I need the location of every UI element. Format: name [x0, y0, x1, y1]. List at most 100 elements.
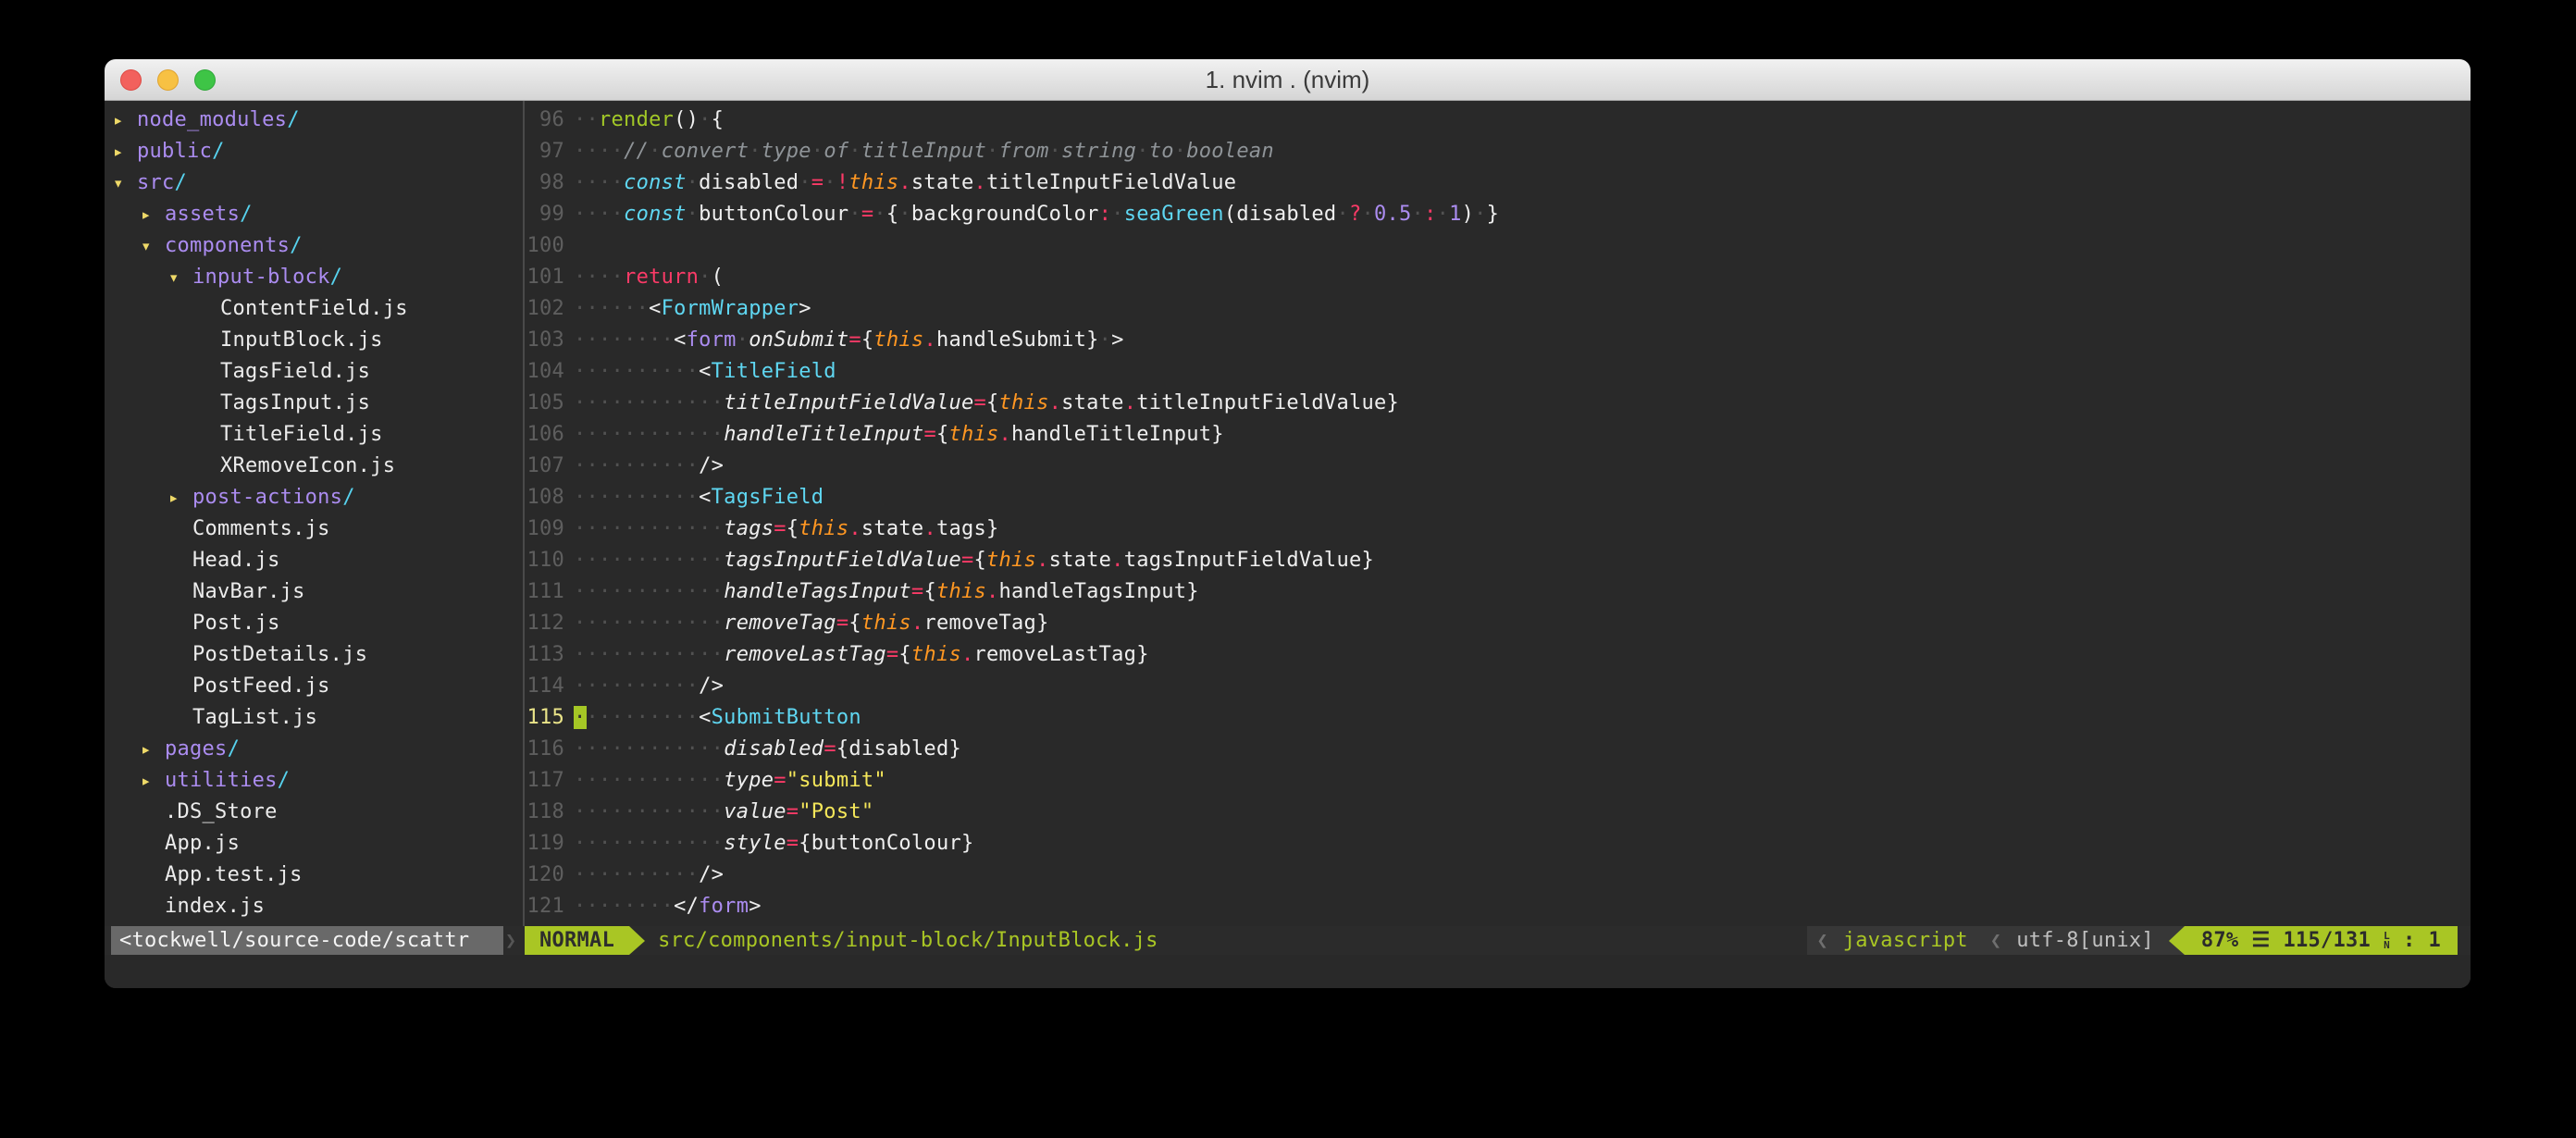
code-line[interactable]: 115··········<SubmitButton [525, 702, 2471, 734]
line-number: 111 [525, 576, 574, 608]
tree-item[interactable]: .DS_Store [105, 797, 521, 828]
tree-item[interactable]: App.test.js [105, 860, 521, 891]
code-line[interactable]: 117············type="submit" [525, 765, 2471, 797]
tree-item[interactable]: PostDetails.js [105, 639, 521, 671]
tree-item[interactable]: index.js [105, 891, 521, 922]
tree-item[interactable]: TagList.js [105, 702, 521, 734]
code-line[interactable]: 102······<FormWrapper> [525, 293, 2471, 325]
folder-name: utilities [165, 769, 278, 792]
tree-item[interactable]: ▸pages/ [105, 734, 521, 765]
code-line[interactable]: 120··········/> [525, 860, 2471, 891]
code-line[interactable]: 113············removeLastTag={this.remov… [525, 639, 2471, 671]
code-line[interactable]: 101····return·( [525, 262, 2471, 293]
line-text: ····return·( [574, 266, 724, 289]
tree-item[interactable]: ▾input-block/ [105, 262, 521, 293]
folder-slash: / [175, 171, 188, 194]
editor-buffer: 96··render()·{97····//·convert·type·of·t… [525, 105, 2471, 922]
chevron-left-icon: ❮ [1981, 926, 2011, 955]
file-name: App.js [165, 832, 240, 855]
line-position: 115/131 [2283, 926, 2371, 955]
code-line[interactable]: 119············style={buttonColour} [525, 828, 2471, 860]
code-line[interactable]: 110············tagsInputFieldValue={this… [525, 545, 2471, 576]
file-name: App.test.js [165, 863, 303, 886]
line-text: ············removeTag={this.removeTag} [574, 612, 1049, 635]
code-line[interactable]: 103········<form·onSubmit={this.handleSu… [525, 325, 2471, 356]
column-separator: : [2403, 926, 2416, 955]
line-number: 118 [525, 797, 574, 828]
line-number: 100 [525, 230, 574, 262]
minimize-button[interactable] [157, 69, 179, 91]
folder-name: components [165, 234, 290, 257]
code-line[interactable]: 109············tags={this.state.tags} [525, 513, 2471, 545]
line-text: ····const·buttonColour·=·{·backgroundCol… [574, 203, 1499, 226]
line-number: 110 [525, 545, 574, 576]
code-line[interactable]: 106············handleTitleInput={this.ha… [525, 419, 2471, 451]
code-line[interactable]: 99····const·buttonColour·=·{·backgroundC… [525, 199, 2471, 230]
code-line[interactable]: 114··········/> [525, 671, 2471, 702]
folder-open-arrow-icon: ▾ [168, 262, 192, 293]
line-number: 97 [525, 136, 574, 167]
line-text: ··render()·{ [574, 108, 724, 131]
tree-item[interactable]: ▸assets/ [105, 199, 521, 230]
window-titlebar[interactable]: 1. nvim . (nvim) [105, 59, 2471, 101]
tree-item[interactable]: PostFeed.js [105, 671, 521, 702]
code-line[interactable]: 98····const·disabled·=·!this.state.title… [525, 167, 2471, 199]
code-line[interactable]: 111············handleTagsInput={this.han… [525, 576, 2471, 608]
tree-item[interactable]: TitleField.js [105, 419, 521, 451]
code-line[interactable]: 107··········/> [525, 451, 2471, 482]
tree-item[interactable]: NavBar.js [105, 576, 521, 608]
tree-item[interactable]: Comments.js [105, 513, 521, 545]
tree-item[interactable]: ▾src/ [105, 167, 521, 199]
zoom-button[interactable] [194, 69, 216, 91]
folder-name: pages [165, 737, 228, 761]
tree-item[interactable]: ▸public/ [105, 136, 521, 167]
tree-item[interactable]: Head.js [105, 545, 521, 576]
line-text: ············type="submit" [574, 769, 886, 792]
code-line[interactable]: 100 [525, 230, 2471, 262]
tree-item[interactable]: InputBlock.js [105, 325, 521, 356]
code-line[interactable]: 104··········<TitleField [525, 356, 2471, 388]
tree-item[interactable]: Post.js [105, 608, 521, 639]
folder-closed-arrow-icon: ▸ [168, 482, 192, 513]
tree-item[interactable]: TagsInput.js [105, 388, 521, 419]
line-text: ··········<SubmitButton [574, 706, 861, 729]
code-line[interactable]: 96··render()·{ [525, 105, 2471, 136]
tree-item[interactable]: ContentField.js [105, 293, 521, 325]
tree-item[interactable]: ▾components/ [105, 230, 521, 262]
code-line[interactable]: 121········</form> [525, 891, 2471, 922]
code-line[interactable]: 105············titleInputFieldValue={thi… [525, 388, 2471, 419]
tree-item[interactable]: App.js [105, 828, 521, 860]
command-line[interactable] [105, 955, 2471, 988]
airline-statusbar: NORMAL src/components/input-block/InputB… [525, 926, 2458, 955]
tree-item[interactable]: XRemoveIcon.js [105, 451, 521, 482]
tree-item[interactable]: ▸post-actions/ [105, 482, 521, 513]
code-line[interactable]: 116············disabled={disabled} [525, 734, 2471, 765]
line-number: 101 [525, 262, 574, 293]
line-text: ··········/> [574, 863, 724, 886]
tree-item[interactable]: ▸utilities/ [105, 765, 521, 797]
tree-item[interactable]: ▸node_modules/ [105, 105, 521, 136]
code-line[interactable]: 118············value="Post" [525, 797, 2471, 828]
file-tree: ▸node_modules/▸public/▾src/▸assets/▾comp… [105, 105, 521, 922]
line-text: ····//·convert·type·of·titleInput·from·s… [574, 140, 1274, 163]
code-line[interactable]: 112············removeTag={this.removeTag… [525, 608, 2471, 639]
line-text: ··········<TitleField [574, 360, 836, 383]
file-name: Comments.js [192, 517, 330, 540]
folder-closed-arrow-icon: ▸ [113, 105, 137, 136]
file-name: PostDetails.js [192, 643, 367, 666]
code-line[interactable]: 108··········<TagsField [525, 482, 2471, 513]
line-number-icon: LN [2384, 932, 2390, 950]
folder-name: public [137, 140, 212, 163]
code-line[interactable]: 97····//·convert·type·of·titleInput·from… [525, 136, 2471, 167]
close-button[interactable] [120, 69, 142, 91]
tree-item[interactable]: TagsField.js [105, 356, 521, 388]
chevron-right-icon: ❯ [505, 926, 516, 955]
file-name: XRemoveIcon.js [220, 454, 395, 477]
folder-name: src [137, 171, 175, 194]
tree-statusline: <tockwell/source-code/scattr [111, 926, 503, 955]
line-number: 108 [525, 482, 574, 513]
column-number: 1 [2428, 926, 2441, 955]
file-name: TitleField.js [220, 423, 383, 446]
line-text: ············handleTagsInput={this.handle… [574, 580, 1199, 603]
line-text: ············tagsInputFieldValue={this.st… [574, 549, 1374, 572]
